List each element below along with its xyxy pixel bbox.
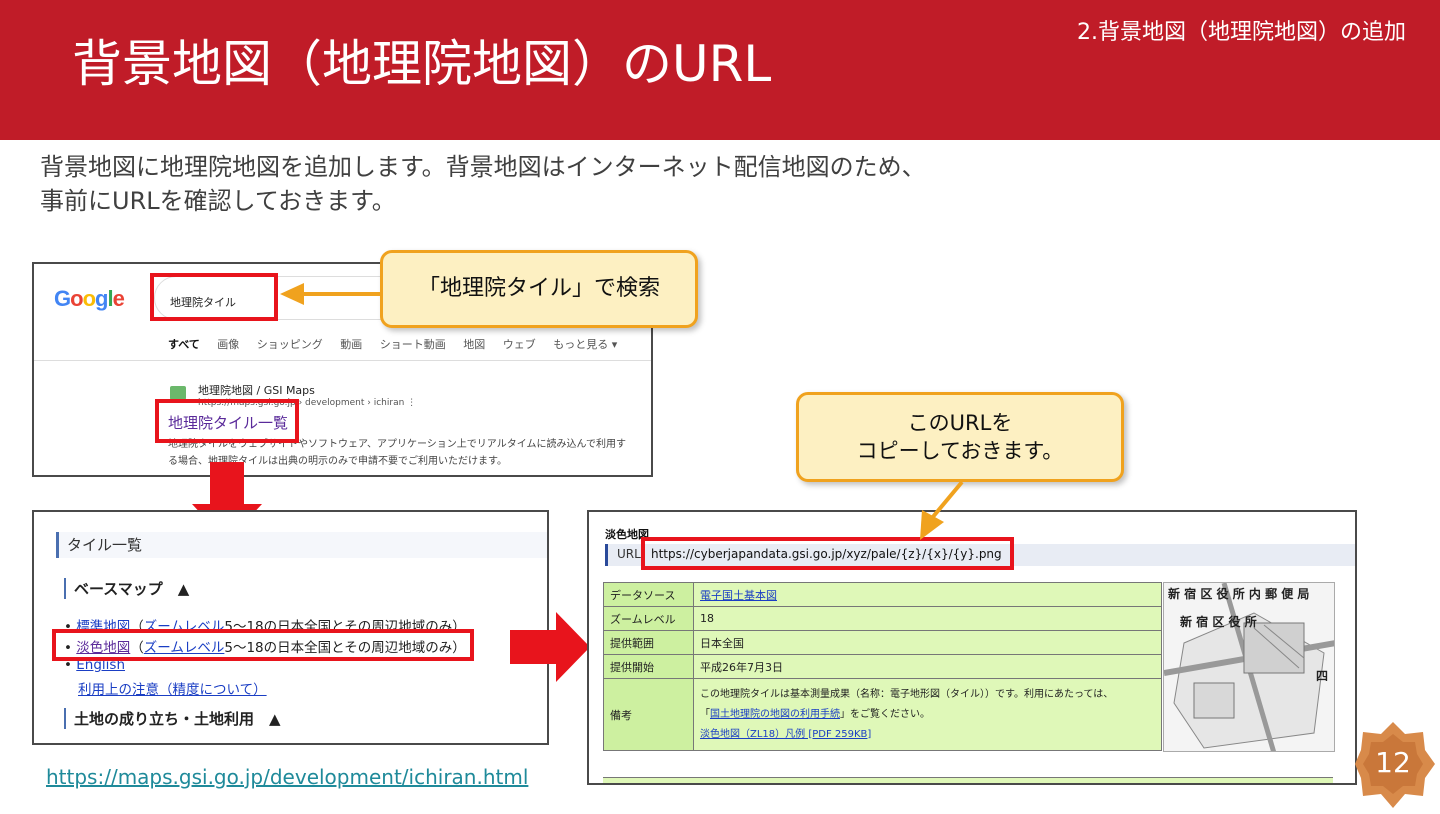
note-line-1: この地理院タイルは基本測量成果（名称：電子地形図（タイル））です。利用にあたって… [700, 688, 1114, 700]
tab-more[interactable]: もっと見る ▾ [553, 338, 617, 351]
tab-web[interactable]: ウェブ [503, 338, 536, 351]
table-row: 備考 この地理院タイルは基本測量成果（名称：電子地形図（タイル））です。利用にあ… [603, 678, 1162, 751]
next-row-partial [603, 777, 1333, 783]
slide-number-badge: 12 [1355, 720, 1435, 810]
note-pre: 「 [700, 708, 710, 720]
callout-search-text: 「地理院タイル」で検索 [417, 276, 660, 301]
site-favicon [170, 386, 186, 400]
tab-shopping[interactable]: ショッピング [257, 338, 323, 351]
row-key: 提供開始 [603, 654, 694, 679]
callout-search: 「地理院タイル」で検索 [380, 250, 698, 328]
callout-copy-line-1: このURLを [907, 411, 1013, 435]
note-post: 」をご覧ください。 [840, 708, 930, 720]
map-label-ward-office: 新 宿 区 役 所 [1180, 615, 1257, 629]
tab-images[interactable]: 画像 [217, 338, 239, 351]
map-label-post-office: 新 宿 区 役 所 内 郵 便 局 [1168, 587, 1310, 601]
tile-list-heading: タイル一覧 [56, 532, 547, 558]
row-value-notes: この地理院タイルは基本測量成果（名称：電子地形図（タイル））です。利用にあたって… [693, 678, 1162, 751]
accuracy-note-link[interactable]: 利用上の注意（精度について） [78, 682, 267, 698]
intro-text: 背景地図に地理院地図を追加します。背景地図はインターネット配信地図のため、 事前… [40, 150, 926, 218]
detail-table: データソース 電子国土基本図 ズームレベル 18 提供範囲 日本全国 提供開始 … [603, 582, 1162, 751]
tile-list-screenshot: タイル一覧 ベースマップ ▲ • 標準地図（ズームレベル5～18の日本全国とその… [32, 510, 549, 745]
row-key: 備考 [603, 678, 694, 751]
intro-line-2: 事前にURLを確認しておきます。 [40, 187, 396, 215]
tab-videos[interactable]: 動画 [340, 338, 362, 351]
source-url-link[interactable]: https://maps.gsi.go.jp/development/ichir… [46, 765, 528, 789]
row-key: データソース [603, 582, 694, 607]
row-key: ズームレベル [603, 606, 694, 631]
note-link-row: 利用上の注意（精度について） [78, 678, 267, 698]
right-arrow [510, 612, 590, 682]
result-site-name: 地理院地図 / GSI Maps [198, 384, 315, 397]
note-line-2: 「国土地理院の地図の利用手続」をご覧ください。 [700, 705, 1155, 725]
legend-pdf-link[interactable]: 淡色地図（ZL18）凡例 [PDF 259KB] [700, 725, 1155, 745]
search-box-highlight [150, 273, 278, 321]
tab-maps[interactable]: 地図 [463, 338, 485, 351]
table-row: 提供範囲 日本全国 [603, 630, 1162, 655]
callout-copy-url: このURLを コピーしておきます。 [796, 392, 1124, 482]
search-tabs: すべて 画像 ショッピング 動画 ショート動画 地図 ウェブ もっと見る ▾ [168, 336, 631, 352]
tab-all[interactable]: すべて [168, 338, 200, 351]
map-preview-drawing [1164, 583, 1334, 751]
result-link-highlight [155, 399, 299, 443]
table-row: データソース 電子国土基本図 [603, 582, 1162, 607]
usage-procedure-link[interactable]: 国土地理院の地図の利用手続 [710, 709, 840, 720]
callout-copy-line-2: コピーしておきます。 [856, 439, 1064, 463]
header-bar: 背景地図（地理院地図）のURL 2.背景地図（地理院地図）の追加 [0, 0, 1440, 140]
intro-line-1: 背景地図に地理院地図を追加します。背景地図はインターネット配信地図のため、 [40, 153, 926, 181]
row-value: 平成26年7月3日 [693, 654, 1162, 679]
row-value: 日本全国 [693, 630, 1162, 655]
url-label: URL [617, 547, 641, 561]
page-number: 12 [1375, 746, 1411, 779]
map-preview: 新 宿 区 役 所 内 郵 便 局 新 宿 区 役 所 四 [1163, 582, 1335, 752]
section-tag: 2.背景地図（地理院地図）の追加 [1077, 20, 1406, 45]
tabs-divider [34, 360, 651, 361]
row-value: 18 [693, 606, 1162, 631]
callout-search-arrow [280, 283, 382, 305]
table-row: ズームレベル 18 [603, 606, 1162, 631]
base-map-heading[interactable]: ベースマップ ▲ [64, 578, 189, 599]
map-label-four: 四 [1316, 669, 1329, 683]
data-source-link[interactable]: 電子国土基本図 [700, 589, 777, 602]
google-logo: Google [54, 286, 125, 311]
page-title: 背景地図（地理院地図）のURL [72, 35, 772, 93]
row-value: 電子国土基本図 [693, 582, 1162, 607]
tab-short-videos[interactable]: ショート動画 [380, 338, 446, 351]
callout-copy-arrow [920, 480, 964, 540]
land-use-heading[interactable]: 土地の成り立ち・土地利用 ▲ [64, 708, 281, 729]
pale-map-highlight [52, 629, 474, 661]
row-key: 提供範囲 [603, 630, 694, 655]
table-row: 提供開始 平成26年7月3日 [603, 654, 1162, 679]
